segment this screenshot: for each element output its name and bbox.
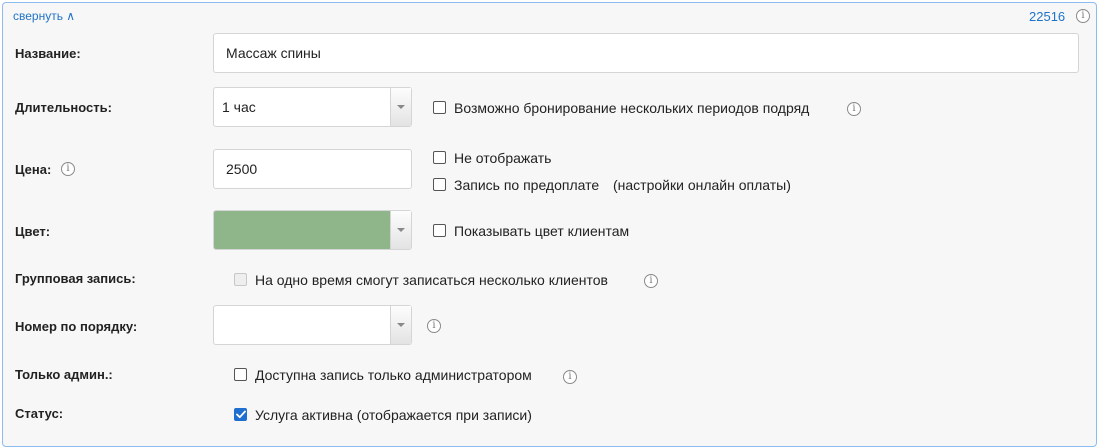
info-icon[interactable]: i <box>644 274 658 288</box>
chevron-down-icon[interactable] <box>390 306 411 344</box>
status-active-checkbox[interactable] <box>234 408 247 421</box>
order-number-label: Номер по порядку: <box>15 319 138 334</box>
color-swatch <box>214 211 391 249</box>
name-label: Название: <box>15 46 81 61</box>
group-booking-option-label: На одно время смогут записаться нескольк… <box>255 272 608 288</box>
service-edit-panel: свернуть ∧ 22516 i Название: Массаж спин… <box>2 2 1097 447</box>
color-label: Цвет: <box>15 224 51 239</box>
show-color-to-clients-checkbox[interactable] <box>433 224 446 237</box>
info-icon[interactable]: i <box>563 370 577 384</box>
status-active-label: Услуга активна (отображается при записи) <box>255 407 532 423</box>
hide-price-label: Не отображать <box>454 150 552 166</box>
price-label: Цена: <box>15 162 52 177</box>
multi-period-label: Возможно бронирование нескольких периодо… <box>454 100 810 116</box>
group-booking-checkbox <box>234 273 247 286</box>
checkmark-icon <box>235 410 246 419</box>
duration-select[interactable]: 1 час <box>213 87 412 127</box>
show-color-to-clients-label: Показывать цвет клиентам <box>454 223 630 239</box>
online-payment-settings-link[interactable]: (настройки онлайн оплаты) <box>613 177 791 193</box>
status-label: Статус: <box>15 406 64 421</box>
chevron-down-icon[interactable] <box>390 211 411 249</box>
prepay-label: Запись по предоплате <box>454 177 600 193</box>
service-id: 22516 <box>1029 9 1066 24</box>
admin-only-option-label: Доступна запись только администратором <box>255 367 532 383</box>
prepay-checkbox[interactable] <box>433 178 446 191</box>
group-booking-label: Групповая запись: <box>15 271 136 286</box>
multi-period-checkbox[interactable] <box>433 101 446 114</box>
price-input[interactable]: 2500 <box>213 149 412 189</box>
info-icon[interactable]: i <box>61 162 75 176</box>
info-icon[interactable]: i <box>1076 9 1090 23</box>
hide-price-checkbox[interactable] <box>433 151 446 164</box>
info-icon[interactable]: i <box>427 319 441 333</box>
duration-selected-value: 1 час <box>222 99 256 115</box>
color-select[interactable] <box>213 210 412 250</box>
admin-only-label: Только админ.: <box>15 367 113 382</box>
collapse-link[interactable]: свернуть ∧ <box>13 9 75 23</box>
name-input[interactable]: Массаж спины <box>213 33 1079 73</box>
info-icon[interactable]: i <box>847 102 861 116</box>
chevron-down-icon[interactable] <box>390 88 411 126</box>
admin-only-checkbox[interactable] <box>234 368 247 381</box>
duration-label: Длительность: <box>15 100 112 115</box>
order-number-select[interactable] <box>213 305 412 345</box>
